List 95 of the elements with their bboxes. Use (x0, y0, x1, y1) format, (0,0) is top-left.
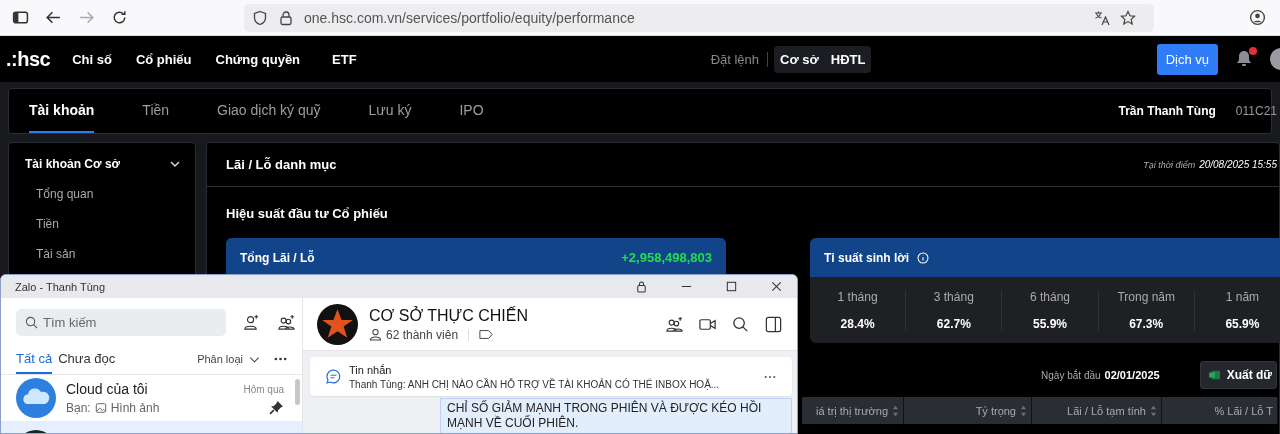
window-title: Zalo - Thanh Tùng (15, 280, 106, 293)
export-button[interactable]: Xuất dữ (1199, 361, 1277, 389)
period-value: 55.9% (1033, 316, 1067, 331)
lock-icon[interactable] (635, 280, 648, 293)
info-icon[interactable] (917, 251, 930, 264)
side-panel-icon[interactable] (764, 314, 783, 334)
add-group-icon[interactable] (277, 312, 296, 332)
translate-icon[interactable] (1094, 9, 1110, 26)
bell-icon[interactable] (1234, 49, 1254, 69)
search-icon[interactable] (731, 314, 750, 334)
logo[interactable]: .:hsc (6, 47, 51, 71)
sidebar-item[interactable]: Tài sản (9, 247, 195, 261)
tab[interactable]: Tài khoản (29, 89, 95, 133)
sort-dropdown[interactable]: Phân loại (197, 353, 260, 365)
sort-icon (892, 404, 899, 417)
more-icon[interactable] (764, 374, 776, 379)
pinned-label: Tin nhắn (349, 363, 393, 376)
sidebar-item[interactable]: Tổng quan (9, 187, 195, 201)
conversation-name: Cloud của tôi (66, 381, 148, 397)
add-friend-icon[interactable] (242, 312, 261, 332)
sidebar-group-label: Tài khoản Cơ sở (25, 157, 121, 171)
cloud-avatar-icon (16, 378, 56, 418)
sidebar-item[interactable]: Tiền (9, 217, 195, 231)
pinned-message-card[interactable]: Tin nhắn Thanh Tùng: ANH CHỊ NÀO CẦN HỖ TRỢ VỀ TÀI KHOẢN CÓ THỂ INBOX HOẶ... (310, 357, 792, 396)
preview-sender: Bạn: (66, 400, 91, 415)
star-icon[interactable] (1120, 9, 1136, 26)
sidebar-toggle-icon[interactable] (12, 9, 29, 26)
order-link[interactable]: Đặt lệnh (710, 51, 769, 67)
tab[interactable]: Giao dịch ký quỹ (217, 89, 321, 133)
column-header[interactable]: iá trị thị trường (802, 397, 904, 424)
url-text: one.hsc.com.vn/services/portfolio/equity/performance (304, 9, 635, 26)
close-icon[interactable] (770, 280, 783, 293)
period-label: 1 tháng (837, 289, 878, 304)
user-name: Trần Thanh Tùng (1118, 104, 1216, 118)
spreadsheet-icon (1208, 370, 1221, 380)
period-value: 28.4% (840, 316, 875, 331)
period-value: 65.9% (1225, 316, 1260, 331)
segment-link[interactable]: Cơ sở (780, 51, 819, 67)
column-header[interactable]: Lãi / Lỗ tạm tính (1032, 397, 1162, 424)
period-label: Trong năm (1117, 289, 1175, 304)
maximize-icon[interactable] (725, 280, 738, 293)
nav-link[interactable]: Chỉ số (72, 51, 112, 67)
tab[interactable]: Lưu ký (368, 89, 412, 133)
group-name: CƠ SỞ THỰC CHIẾN (369, 306, 529, 325)
column-header[interactable]: Tỷ trọng (904, 397, 1032, 424)
period-value: 62.7% (936, 316, 971, 331)
total-value: +2,958,498,803 (621, 250, 712, 265)
period-label: 6 tháng (1030, 289, 1071, 304)
pinned-message: Thanh Tùng: ANH CHỊ NÀO CẦN HỖ TRỢ VỀ TÀI KHOẢN CÓ THỂ INBOX HOẶ... (349, 378, 720, 390)
preview-text: Hình ảnh (110, 400, 160, 415)
sort-icon (1020, 404, 1027, 417)
nav-link[interactable]: Chứng quyền (215, 51, 301, 67)
section-title: Hiệu suất đầu tư Cổ phiếu (226, 206, 389, 221)
conversation-item[interactable]: Cloud của tôi Hôm qua Bạn: Hình ảnh (1, 375, 302, 421)
member-count[interactable]: 62 thành viên (386, 327, 459, 342)
period-label: 3 tháng (933, 289, 974, 304)
search-icon (25, 315, 38, 329)
scrollbar[interactable] (295, 379, 300, 405)
account-icon[interactable] (1249, 9, 1266, 26)
card-title: Tỉ suất sinh lời (824, 250, 910, 265)
start-date: 02/01/2025 (1104, 369, 1160, 381)
start-date-label: Ngày bắt đầu (1041, 369, 1101, 381)
tab[interactable]: Tiền (142, 89, 170, 133)
reload-icon[interactable] (111, 9, 128, 26)
tag-icon[interactable] (479, 329, 494, 340)
period-label: 1 năm (1225, 289, 1260, 304)
more-icon[interactable] (274, 357, 287, 361)
sidebar-group[interactable]: Tài khoản Cơ sở (9, 157, 195, 171)
nav-link[interactable]: Cổ phiếu (135, 51, 192, 67)
image-icon (94, 401, 107, 414)
add-member-icon[interactable] (665, 314, 684, 334)
panel-title: Lãi / Lỗ danh mục (226, 157, 337, 172)
sort-icon (1150, 404, 1157, 417)
speech-bubble-icon (325, 368, 342, 385)
filter-tab[interactable]: Chưa đọc (58, 344, 116, 374)
timestamp: 20/08/2025 15:55 (1199, 159, 1277, 170)
account-number: 011C21 (1235, 104, 1277, 118)
shield-icon[interactable] (252, 9, 268, 26)
conversation-time: Hôm qua (243, 383, 284, 395)
lock-icon[interactable] (278, 9, 294, 26)
search-field[interactable]: Tìm kiếm (16, 308, 226, 336)
back-icon[interactable] (45, 9, 62, 26)
service-button[interactable]: Dịch vụ (1156, 43, 1218, 75)
message-bubble: CHỈ SỐ GIẢM MẠNH TRONG PHIÊN VÀ ĐƯỢC KÉO HỒI MẠNH VỀ CUỐI PHIÊN. (440, 398, 792, 433)
person-icon (369, 328, 382, 341)
address-bar[interactable]: one.hsc.com.vn/services/portfolio/equity/performance (244, 3, 1154, 32)
card-title: Tổng Lãi / Lỗ (240, 250, 315, 265)
column-header[interactable]: % Lãi / Lỗ T (1162, 397, 1278, 424)
nav-link[interactable]: ETF (332, 51, 357, 67)
filter-tab[interactable]: Tất cả (16, 344, 53, 374)
period-value: 67.3% (1129, 316, 1164, 331)
tab[interactable]: IPO (459, 89, 484, 133)
group-avatar-icon (317, 303, 358, 345)
timestamp-label: Tại thời điểm (1143, 159, 1196, 170)
segment-link[interactable]: HĐTL (830, 51, 866, 67)
